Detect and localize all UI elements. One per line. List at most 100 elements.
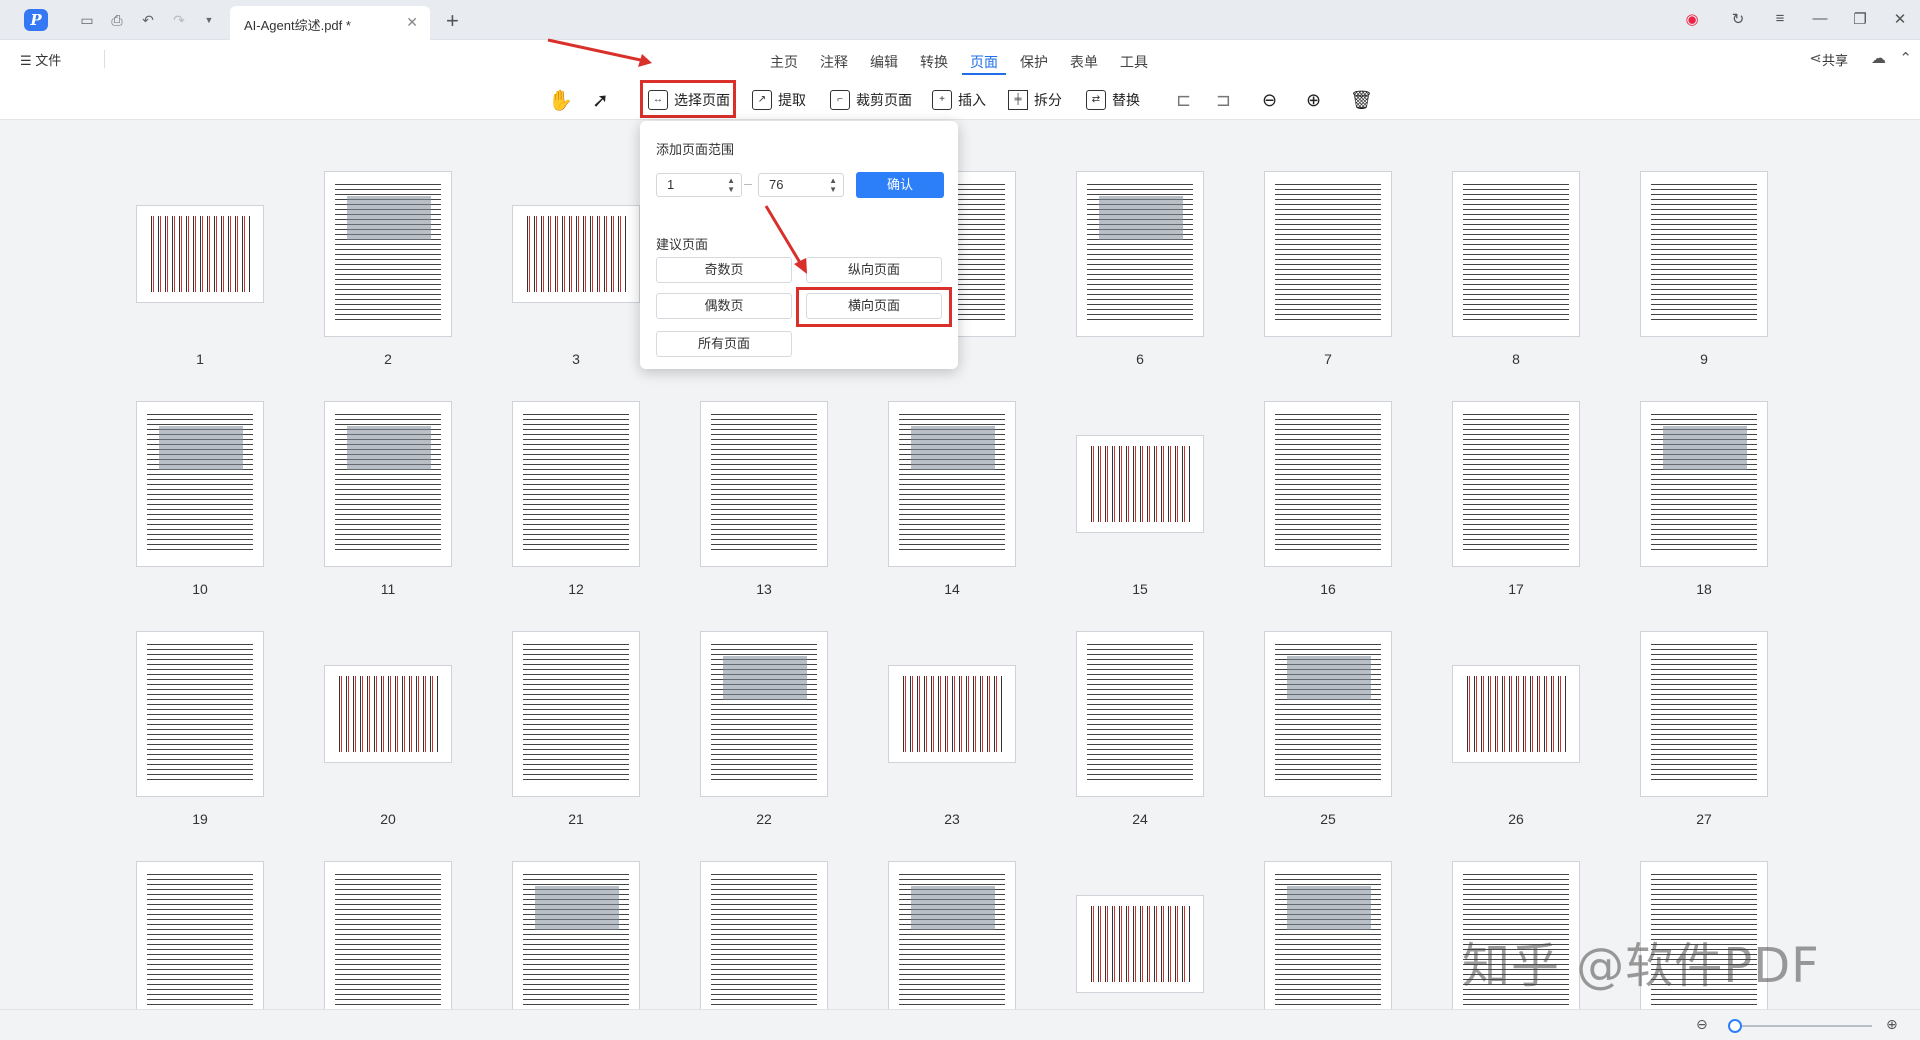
tab-home[interactable]: 主页 bbox=[770, 52, 798, 72]
page-number-label: 9 bbox=[1700, 351, 1708, 367]
stepper-icon[interactable]: ▲ ▼ bbox=[829, 176, 837, 194]
document-tab[interactable]: AI-Agent综述.pdf * ✕ bbox=[230, 6, 430, 40]
page-content-preview bbox=[711, 872, 817, 1009]
status-zoom-in-icon[interactable]: ⊕ bbox=[1886, 1016, 1898, 1033]
page-thumbnail[interactable] bbox=[1264, 401, 1392, 567]
tab-convert[interactable]: 转换 bbox=[920, 52, 948, 72]
page-thumbnail[interactable] bbox=[512, 861, 640, 1009]
cloud-icon[interactable]: ☁ bbox=[1871, 49, 1886, 67]
highlight-landscape bbox=[796, 287, 952, 327]
page-thumbnail[interactable] bbox=[1452, 171, 1580, 337]
close-window-icon[interactable]: ✕ bbox=[1890, 10, 1910, 28]
new-tab-icon[interactable]: + bbox=[446, 8, 459, 34]
page-thumbnail[interactable] bbox=[324, 171, 452, 337]
page-to-input[interactable]: 76 ▲ ▼ bbox=[758, 173, 844, 197]
redo-icon[interactable]: ↷ bbox=[170, 12, 188, 28]
restore-icon[interactable]: ❐ bbox=[1850, 10, 1870, 28]
close-tab-icon[interactable]: ✕ bbox=[406, 14, 418, 31]
status-zoom-out-icon[interactable]: ⊖ bbox=[1696, 1016, 1708, 1033]
confirm-button[interactable]: 确认 bbox=[856, 172, 944, 198]
page-thumbnail[interactable] bbox=[136, 631, 264, 797]
range-section-title: 添加页面范围 bbox=[656, 142, 735, 157]
page-thumbnail[interactable] bbox=[1076, 435, 1204, 533]
odd-pages-button[interactable]: 奇数页 bbox=[656, 257, 792, 283]
page-number-label: 1 bbox=[196, 351, 204, 367]
page-thumbnail[interactable] bbox=[1640, 171, 1768, 337]
undo-icon[interactable]: ↶ bbox=[139, 12, 157, 28]
rotate-left-icon[interactable]: ⊏ bbox=[1176, 89, 1191, 111]
tab-page[interactable]: 页面 bbox=[970, 52, 998, 72]
suggest-section-title: 建议页面 bbox=[656, 237, 709, 252]
page-thumbnail[interactable] bbox=[1264, 861, 1392, 1009]
page-thumbnail[interactable] bbox=[888, 861, 1016, 1009]
page-thumbnail[interactable] bbox=[1076, 631, 1204, 797]
page-thumbnail[interactable] bbox=[1264, 171, 1392, 337]
page-thumbnail[interactable] bbox=[1452, 665, 1580, 763]
page-thumbnail[interactable] bbox=[1076, 171, 1204, 337]
rotate-right-icon[interactable]: ⊐ bbox=[1216, 89, 1231, 111]
page-from-input[interactable]: 1 ▲ ▼ bbox=[656, 173, 742, 197]
page-content-preview bbox=[147, 642, 253, 784]
menu-icon[interactable]: ≡ bbox=[1770, 10, 1790, 27]
page-number-label: 3 bbox=[572, 351, 580, 367]
stepper-icon[interactable]: ▲ ▼ bbox=[727, 176, 735, 194]
tab-protect[interactable]: 保护 bbox=[1020, 52, 1048, 72]
page-thumbnail[interactable] bbox=[1640, 401, 1768, 567]
notification-icon[interactable]: ◉ bbox=[1682, 10, 1702, 28]
save-icon[interactable]: ▭ bbox=[78, 12, 96, 28]
extract-button[interactable]: ↗ 提取 bbox=[752, 89, 806, 111]
page-thumbnail[interactable] bbox=[512, 401, 640, 567]
zoom-in-icon[interactable]: ⊕ bbox=[1306, 89, 1321, 111]
tab-edit[interactable]: 编辑 bbox=[870, 52, 898, 72]
page-thumbnail[interactable] bbox=[1264, 631, 1392, 797]
app-logo-icon[interactable]: P bbox=[24, 9, 48, 31]
dropdown-icon[interactable]: ▼ bbox=[200, 12, 218, 28]
page-content-preview bbox=[1463, 412, 1569, 554]
select-tool-icon[interactable]: ➚ bbox=[592, 89, 609, 112]
tab-annotate[interactable]: 注释 bbox=[820, 52, 848, 72]
page-thumbnail[interactable] bbox=[324, 665, 452, 763]
split-button[interactable]: ╪ 拆分 bbox=[1008, 89, 1062, 111]
print-icon[interactable]: ⎙ bbox=[108, 12, 126, 28]
page-content-preview bbox=[525, 216, 627, 292]
delete-icon[interactable]: 🗑 bbox=[1350, 89, 1373, 111]
page-thumbnail[interactable] bbox=[324, 401, 452, 567]
page-thumbnail[interactable] bbox=[324, 861, 452, 1009]
sync-icon[interactable]: ↻ bbox=[1728, 10, 1748, 28]
even-pages-button[interactable]: 偶数页 bbox=[656, 293, 792, 319]
page-content-preview bbox=[1463, 182, 1569, 324]
crop-page-button[interactable]: ⌐ 裁剪页面 bbox=[830, 89, 912, 111]
portrait-pages-button[interactable]: 纵向页面 bbox=[806, 257, 942, 283]
zoom-out-icon[interactable]: ⊖ bbox=[1262, 89, 1277, 111]
zoom-slider-thumb[interactable] bbox=[1728, 1019, 1742, 1033]
share-button[interactable]: 共享 bbox=[1822, 50, 1848, 69]
page-figure-preview bbox=[1287, 656, 1371, 700]
page-thumbnail[interactable] bbox=[888, 665, 1016, 763]
page-thumbnail[interactable] bbox=[512, 205, 640, 303]
page-thumbnail[interactable] bbox=[1076, 895, 1204, 993]
page-number-label: 19 bbox=[192, 811, 208, 827]
page-thumbnail[interactable] bbox=[512, 631, 640, 797]
page-thumbnail[interactable] bbox=[136, 401, 264, 567]
page-thumbnail[interactable] bbox=[888, 401, 1016, 567]
page-thumbnail[interactable] bbox=[136, 205, 264, 303]
share-icon[interactable]: ⋖ bbox=[1809, 49, 1822, 67]
page-thumbnail[interactable] bbox=[1640, 631, 1768, 797]
page-number-label: 16 bbox=[1320, 581, 1336, 597]
tab-tools[interactable]: 工具 bbox=[1120, 52, 1148, 72]
zoom-slider-track[interactable] bbox=[1732, 1025, 1872, 1027]
page-thumbnail[interactable] bbox=[700, 861, 828, 1009]
tab-form[interactable]: 表单 bbox=[1070, 52, 1098, 72]
page-thumbnail[interactable] bbox=[700, 401, 828, 567]
hand-tool-icon[interactable]: ✋ bbox=[548, 89, 573, 112]
page-thumbnail[interactable] bbox=[700, 631, 828, 797]
page-thumbnail[interactable] bbox=[136, 861, 264, 1009]
all-pages-button[interactable]: 所有页面 bbox=[656, 331, 792, 357]
insert-button[interactable]: + 插入 bbox=[932, 89, 986, 111]
page-thumbnail[interactable] bbox=[1452, 401, 1580, 567]
collapse-ribbon-icon[interactable]: ⌃ bbox=[1899, 49, 1912, 67]
minimize-icon[interactable]: — bbox=[1810, 10, 1830, 27]
page-number-label: 18 bbox=[1696, 581, 1712, 597]
file-menu[interactable]: ☰ 文件 bbox=[20, 50, 61, 69]
replace-button[interactable]: ⇄ 替换 bbox=[1086, 89, 1140, 111]
